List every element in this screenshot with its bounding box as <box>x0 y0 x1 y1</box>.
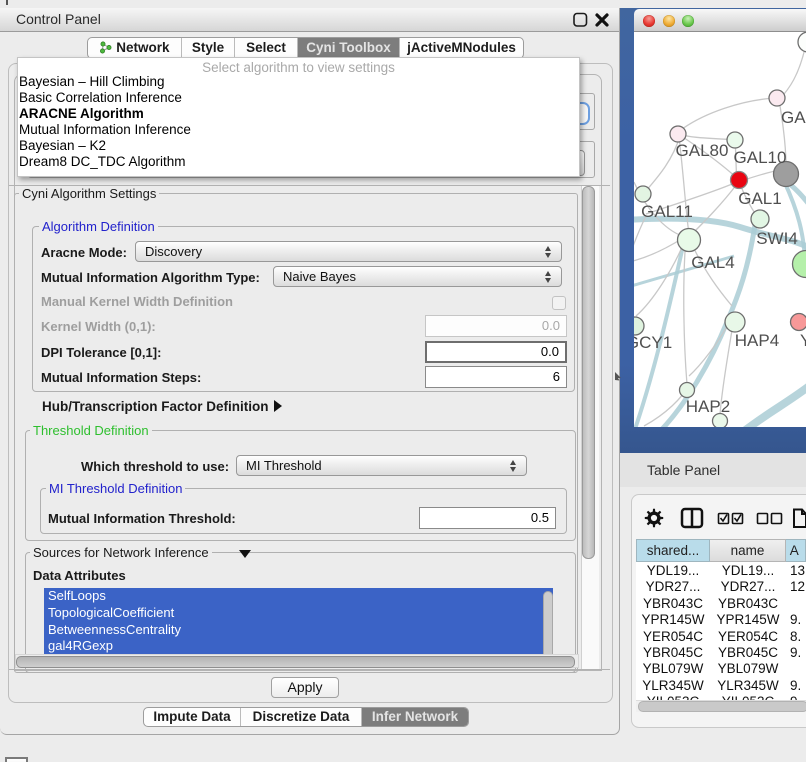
svg-text:GAL4: GAL4 <box>691 253 734 272</box>
svg-text:GAL2: GAL2 <box>781 108 806 127</box>
svg-text:SWI4: SWI4 <box>756 229 798 248</box>
svg-text:GAL11: GAL11 <box>641 202 693 221</box>
svg-text:GAL10: GAL10 <box>734 148 787 167</box>
svg-text:HAP2: HAP2 <box>686 397 730 416</box>
svg-text:GCY1: GCY1 <box>634 333 672 352</box>
svg-text:GAL80: GAL80 <box>676 141 729 160</box>
svg-text:GAL1: GAL1 <box>738 189 781 208</box>
svg-text:HAP4: HAP4 <box>735 331 779 350</box>
svg-text:YJL: YJL <box>800 331 806 350</box>
